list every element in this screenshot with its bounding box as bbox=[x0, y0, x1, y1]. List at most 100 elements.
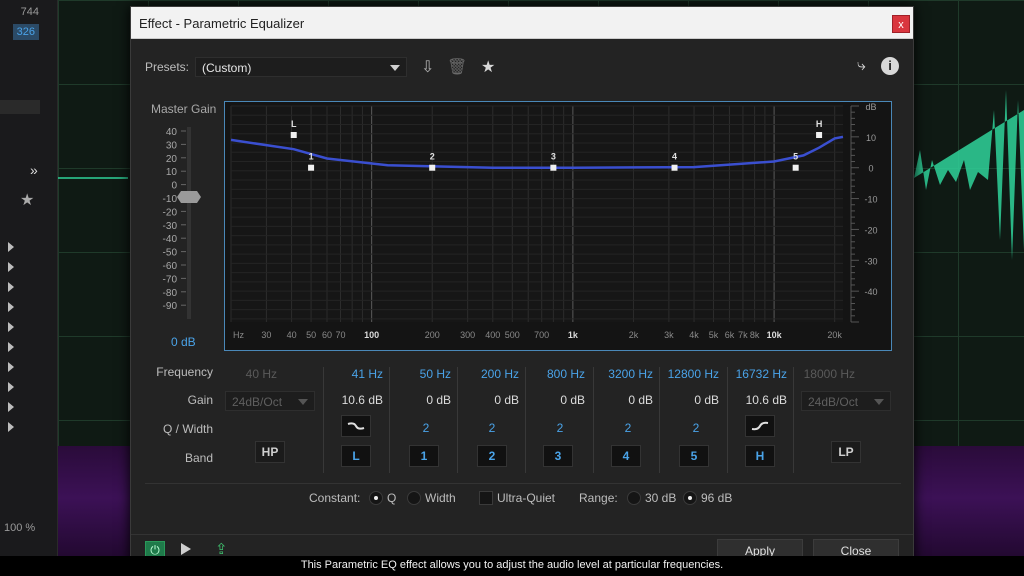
freq-tick-label: 3k bbox=[664, 330, 674, 340]
band-5-q[interactable]: 2 bbox=[683, 421, 709, 435]
freq-tick-label: Hz bbox=[233, 330, 244, 340]
gain-handle[interactable] bbox=[177, 191, 201, 203]
eq-node-label: 2 bbox=[430, 152, 435, 162]
freq-tick-label: 2k bbox=[629, 330, 639, 340]
range-label: Range: bbox=[579, 491, 618, 505]
master-gain-label: Master Gain bbox=[151, 102, 217, 116]
band-4-frequency[interactable]: 3200 Hz bbox=[595, 367, 653, 381]
eq-node-1[interactable] bbox=[308, 164, 315, 171]
eq-graph[interactable]: Hz 30 40 50 60 70 100 200 300 400 500 700 1k 2k 3k 4k 5k… bbox=[224, 101, 892, 351]
ultra-quiet-checkbox[interactable] bbox=[479, 491, 493, 505]
panel-number: 744 bbox=[20, 6, 39, 18]
panel-number-selected[interactable]: 326 bbox=[12, 24, 39, 40]
band-lp-button[interactable]: LP bbox=[831, 441, 861, 463]
freq-tick-label: 4k bbox=[689, 330, 699, 340]
expand-icon[interactable]: » bbox=[30, 162, 38, 178]
band-5-gain[interactable]: 0 dB bbox=[661, 393, 719, 407]
parametric-equalizer-dialog: Effect - Parametric Equalizer x Presets:… bbox=[130, 6, 914, 566]
column-separator bbox=[727, 367, 728, 473]
band-l-gain[interactable]: 10.6 dB bbox=[327, 393, 383, 407]
eq-node-l[interactable] bbox=[290, 132, 297, 139]
band-l-button[interactable]: L bbox=[341, 445, 371, 467]
eq-node-2[interactable] bbox=[429, 164, 436, 171]
info-icon[interactable]: i bbox=[881, 57, 899, 75]
band-hp-button[interactable]: HP bbox=[255, 441, 285, 463]
expand-arrow-icon[interactable] bbox=[8, 382, 14, 392]
range-96-radio[interactable] bbox=[683, 491, 697, 505]
favorite-star-icon[interactable]: ★ bbox=[481, 57, 495, 77]
expand-arrow-icon[interactable] bbox=[8, 262, 14, 272]
band-h-gain[interactable]: 10.6 dB bbox=[727, 393, 787, 407]
band-5-button[interactable]: 5 bbox=[679, 445, 709, 467]
star-icon[interactable]: ★ bbox=[20, 190, 34, 210]
expand-arrow-icon[interactable] bbox=[8, 422, 14, 432]
expand-arrow-icon[interactable] bbox=[8, 362, 14, 372]
gain-tick-label: 30 bbox=[166, 140, 178, 151]
gain-tick-label: 40 bbox=[166, 127, 178, 138]
gain-tick-label: -30 bbox=[163, 221, 178, 232]
expand-arrow-icon[interactable] bbox=[8, 342, 14, 352]
eq-node-3[interactable] bbox=[550, 164, 557, 171]
eq-node-label: 4 bbox=[672, 152, 677, 162]
expand-arrow-icon[interactable] bbox=[8, 242, 14, 252]
band-3-q[interactable]: 2 bbox=[547, 421, 573, 435]
route-icon[interactable]: ⤷ bbox=[857, 57, 866, 75]
band-h-frequency[interactable]: 16732 Hz bbox=[727, 367, 787, 381]
high-shelf-shape-icon[interactable] bbox=[745, 415, 775, 437]
band-1-gain[interactable]: 0 dB bbox=[393, 393, 451, 407]
band-4-q[interactable]: 2 bbox=[615, 421, 641, 435]
eq-node-4[interactable] bbox=[671, 164, 678, 171]
band-l-frequency[interactable]: 41 Hz bbox=[327, 367, 383, 381]
constant-label: Constant: bbox=[309, 491, 361, 505]
band-2-gain[interactable]: 0 dB bbox=[461, 393, 519, 407]
band-2-button[interactable]: 2 bbox=[477, 445, 507, 467]
constant-width-radio[interactable] bbox=[407, 491, 421, 505]
band-3-button[interactable]: 3 bbox=[543, 445, 573, 467]
expand-arrow-icon[interactable] bbox=[8, 322, 14, 332]
freq-tick-label: 7k bbox=[738, 330, 748, 340]
band-2-q[interactable]: 2 bbox=[479, 421, 505, 435]
delete-preset-icon[interactable]: 🗑 bbox=[447, 57, 467, 77]
band-5-frequency[interactable]: 12800 Hz bbox=[661, 367, 719, 381]
eq-node-5[interactable] bbox=[792, 164, 799, 171]
play-icon[interactable] bbox=[181, 543, 191, 555]
band-4-gain[interactable]: 0 dB bbox=[595, 393, 653, 407]
band-h-button[interactable]: H bbox=[745, 445, 775, 467]
band-1-q[interactable]: 2 bbox=[413, 421, 439, 435]
preset-value: (Custom) bbox=[202, 61, 252, 75]
title-bar[interactable]: Effect - Parametric Equalizer x bbox=[131, 7, 913, 39]
zoom-readout: 100 % bbox=[4, 522, 36, 534]
band-3-frequency[interactable]: 800 Hz bbox=[527, 367, 585, 381]
hp-frequency[interactable]: 40 Hz bbox=[221, 367, 277, 381]
eq-node-h[interactable] bbox=[816, 132, 823, 139]
close-icon[interactable]: x bbox=[892, 15, 910, 33]
band-2-frequency[interactable]: 200 Hz bbox=[461, 367, 519, 381]
band-3-gain[interactable]: 0 dB bbox=[527, 393, 585, 407]
low-shelf-shape-icon[interactable] bbox=[341, 415, 371, 437]
lp-slope-dropdown[interactable]: 24dB/Oct bbox=[801, 391, 891, 411]
master-gain-slider[interactable]: 40 30 20 10 0 -10 -20 -30 -40 -50 -60 -70 -80 -90 bbox=[161, 125, 221, 325]
expand-arrow-icon[interactable] bbox=[8, 302, 14, 312]
band-1-button[interactable]: 1 bbox=[409, 445, 439, 467]
hp-slope-dropdown[interactable]: 24dB/Oct bbox=[225, 391, 315, 411]
lp-frequency[interactable]: 18000 Hz bbox=[795, 367, 855, 381]
frequency-row-label: Frequency bbox=[156, 365, 213, 379]
expand-arrow-icon[interactable] bbox=[8, 282, 14, 292]
freq-tick-label: 20k bbox=[827, 330, 842, 340]
lp-slope-value: 24dB/Oct bbox=[808, 395, 859, 409]
band-1-frequency[interactable]: 50 Hz bbox=[393, 367, 451, 381]
save-preset-icon[interactable]: ⇩ bbox=[421, 57, 434, 77]
plot-area bbox=[231, 106, 843, 322]
expand-arrow-icon[interactable] bbox=[8, 402, 14, 412]
freq-tick-label: 70 bbox=[335, 330, 345, 340]
range-30-radio[interactable] bbox=[627, 491, 641, 505]
band-4-button[interactable]: 4 bbox=[611, 445, 641, 467]
column-separator bbox=[323, 367, 324, 473]
constant-q-radio[interactable] bbox=[369, 491, 383, 505]
gain-tick-label: -10 bbox=[163, 194, 178, 205]
freq-tick-label: 300 bbox=[460, 330, 475, 340]
freq-tick-label: 200 bbox=[425, 330, 440, 340]
column-separator bbox=[659, 367, 660, 473]
preset-dropdown[interactable]: (Custom) bbox=[195, 57, 407, 77]
column-separator bbox=[593, 367, 594, 473]
